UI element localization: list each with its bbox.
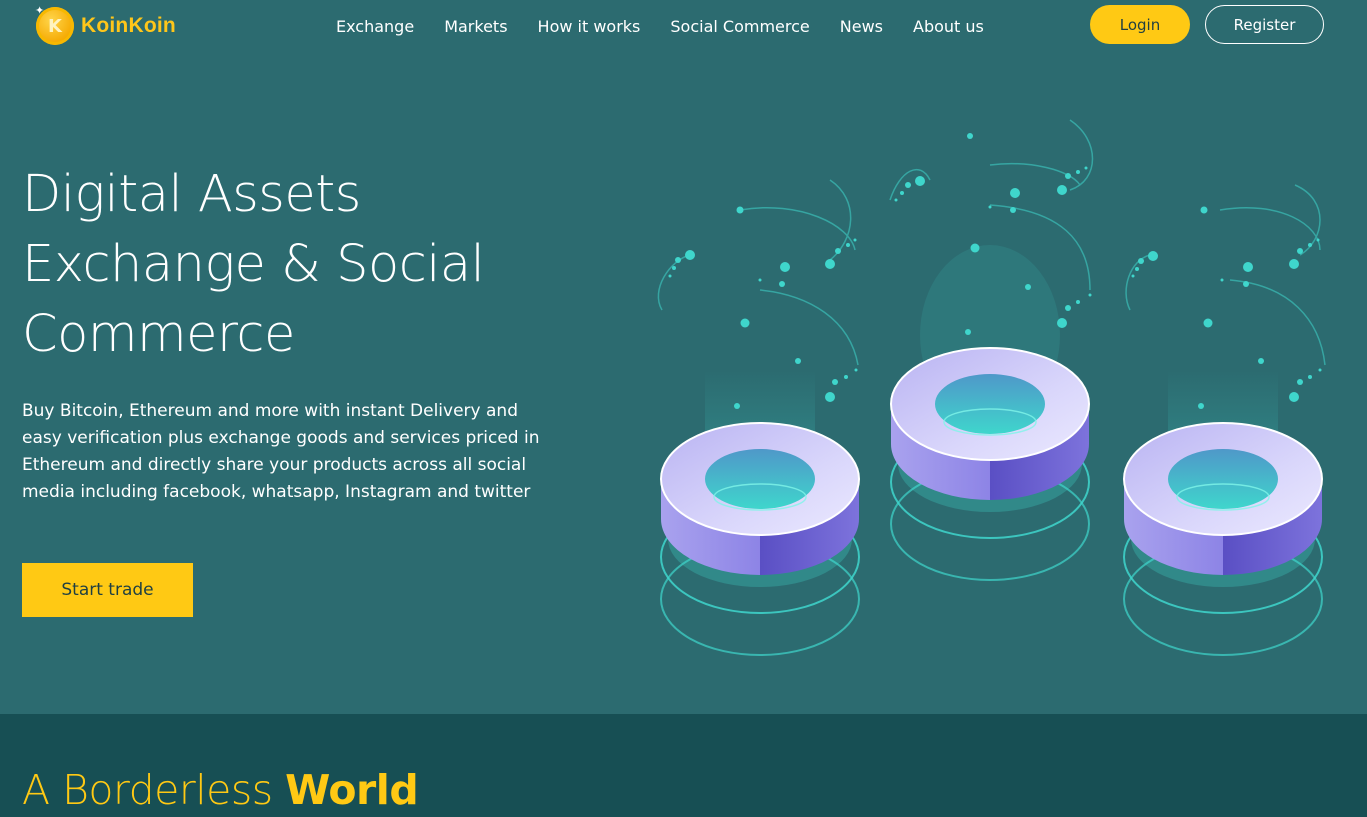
hero-title-line-3: Commerce: [22, 305, 295, 364]
hero-illustration: [657, 119, 1326, 656]
section-heading-light: A Borderless: [22, 766, 286, 814]
nav-link-about-us[interactable]: About us: [913, 17, 984, 36]
nav-link-news[interactable]: News: [840, 17, 883, 36]
section-heading-bold: World: [285, 766, 419, 814]
sparkle-icon: ✦: [35, 4, 45, 17]
hero-description: Buy Bitcoin, Ethereum and more with inst…: [22, 401, 540, 502]
nav-link-exchange[interactable]: Exchange: [336, 17, 414, 36]
start-trade-button[interactable]: Start trade: [22, 563, 193, 617]
brand-logo[interactable]: ✦ K KoinKoin: [35, 4, 176, 46]
brand-name: KoinKoin: [81, 14, 176, 37]
register-button[interactable]: Register: [1205, 5, 1324, 44]
hero-title-line-1: Digital Assets: [22, 165, 361, 224]
nav-link-social-commerce[interactable]: Social Commerce: [670, 17, 809, 36]
borderless-section: A Borderless World: [0, 714, 1367, 817]
hero-title: Digital Assets Exchange & Social Commerc…: [22, 160, 582, 370]
nav-link-how-it-works[interactable]: How it works: [538, 17, 641, 36]
section-heading: A Borderless World: [22, 766, 419, 814]
login-button[interactable]: Login: [1090, 5, 1190, 44]
coin-logo-icon: ✦ K: [35, 4, 74, 45]
top-navbar: ✦ K KoinKoin Exchange Markets How it wor…: [0, 0, 1367, 52]
hero-title-line-2: Exchange & Social: [22, 235, 485, 294]
nav-link-markets[interactable]: Markets: [444, 17, 507, 36]
logo-letter: K: [48, 15, 62, 37]
main-nav: Exchange Markets How it works Social Com…: [336, 14, 1014, 38]
